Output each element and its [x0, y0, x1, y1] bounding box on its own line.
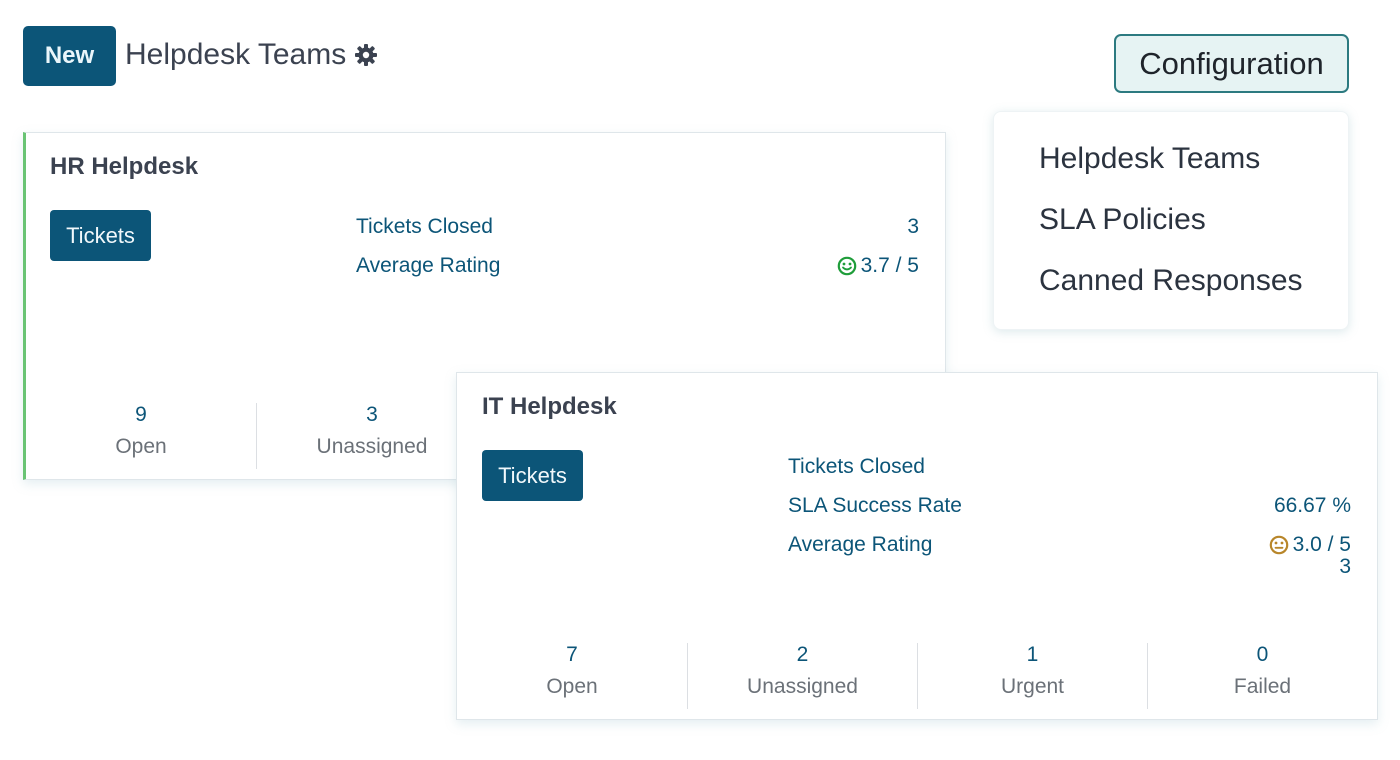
stat-label-sla-success-rate[interactable]: SLA Success Rate	[788, 494, 962, 518]
kpi-label: Unassigned	[747, 675, 858, 698]
team-name: HR Helpdesk	[50, 153, 199, 180]
tickets-button[interactable]: Tickets	[50, 210, 151, 261]
stat-value-text: 66.67 %	[1273, 494, 1351, 517]
kpi-urgent[interactable]: 1 Urgent	[918, 643, 1147, 709]
stat-value-tickets-closed: 3	[907, 215, 919, 239]
stat-value-text: 3.7 / 5	[860, 254, 919, 277]
smile-icon	[837, 256, 858, 277]
stat-label-average-rating[interactable]: Average Rating	[788, 533, 932, 557]
page-title: Helpdesk Teams	[125, 38, 378, 72]
menu-item-sla-policies[interactable]: SLA Policies	[1039, 203, 1206, 237]
stat-value-text: 3.0 / 5	[1292, 533, 1351, 556]
stat-label-tickets-closed[interactable]: Tickets Closed	[356, 215, 493, 239]
stat-value-tickets-closed: 3	[1339, 555, 1351, 579]
kpi-label: Open	[115, 435, 167, 458]
page-title-text: Helpdesk Teams	[125, 38, 347, 71]
tickets-button[interactable]: Tickets	[482, 450, 583, 501]
kpi-value: 0	[1256, 643, 1269, 666]
neutral-face-icon	[1269, 535, 1290, 556]
stat-value-average-rating: 3.0 / 5	[1269, 533, 1351, 557]
stat-label-tickets-closed[interactable]: Tickets Closed	[788, 455, 925, 479]
kpi-value: 9	[135, 403, 147, 426]
kpi-failed[interactable]: 0 Failed	[1148, 643, 1377, 709]
gear-icon[interactable]	[354, 43, 378, 67]
team-card-it-helpdesk: IT Helpdesk Tickets Tickets Closed SLA S…	[456, 372, 1378, 720]
configuration-button[interactable]: Configuration	[1114, 34, 1349, 93]
team-name: IT Helpdesk	[482, 393, 617, 420]
stat-value-text: 3	[1339, 555, 1351, 578]
kpi-value: 1	[1026, 643, 1039, 666]
stat-label-average-rating[interactable]: Average Rating	[356, 254, 500, 278]
kpi-open[interactable]: 9 Open	[26, 403, 256, 469]
new-button[interactable]: New	[23, 26, 116, 86]
configuration-dropdown-menu: Helpdesk Teams SLA Policies Canned Respo…	[993, 111, 1349, 330]
kpi-label: Urgent	[1000, 675, 1065, 698]
stat-value-sla-success-rate: 66.67 %	[1274, 494, 1351, 518]
menu-item-helpdesk-teams[interactable]: Helpdesk Teams	[1039, 142, 1260, 176]
kpi-value: 2	[796, 643, 809, 666]
kpi-value: 3	[366, 403, 378, 426]
kpi-label: Unassigned	[316, 435, 428, 458]
stat-value-average-rating: 3.7 / 5	[837, 254, 919, 278]
kpi-label: Failed	[1233, 675, 1292, 698]
stat-value-text: 3	[907, 215, 919, 238]
kpi-unassigned[interactable]: 3 Unassigned	[257, 403, 487, 469]
kpi-unassigned[interactable]: 2 Unassigned	[688, 643, 917, 709]
menu-item-canned-responses[interactable]: Canned Responses	[1039, 264, 1303, 298]
kpi-row: 7 Open 2 Unassigned 1 Urgent 0 Failed	[457, 643, 1377, 709]
kpi-open[interactable]: 7 Open	[457, 643, 687, 709]
kpi-label: Open	[546, 675, 598, 698]
kpi-value: 7	[566, 643, 578, 666]
